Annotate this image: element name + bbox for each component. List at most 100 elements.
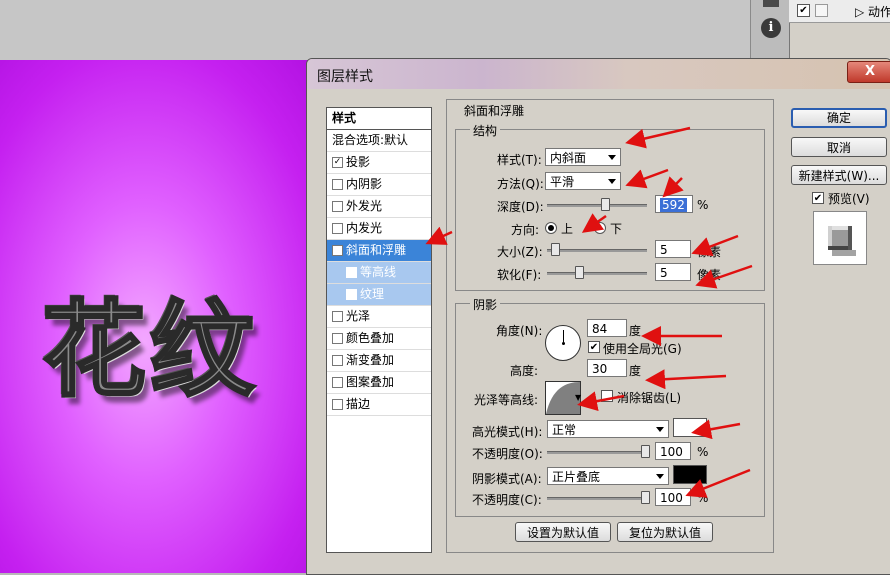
dialog-title: 图层样式 xyxy=(317,69,373,85)
angle-unit: 度 xyxy=(629,324,642,338)
angle-dial[interactable] xyxy=(545,325,581,361)
shadow-opacity-slider[interactable] xyxy=(547,497,647,500)
style-item-label: 图案叠加 xyxy=(346,375,395,389)
depth-slider-knob[interactable] xyxy=(601,198,610,211)
highlight-opacity-percent: % xyxy=(697,445,709,459)
style-item-checkbox[interactable] xyxy=(332,179,343,190)
ok-button[interactable]: 确定 xyxy=(791,108,887,128)
blend-options-item[interactable]: 混合选项:默认 xyxy=(327,130,431,152)
preview-checkbox[interactable]: ✔ xyxy=(812,192,824,204)
panel-icon-strip: i xyxy=(751,0,790,60)
altitude-unit: 度 xyxy=(629,364,642,378)
style-item-1[interactable]: ✓ 投影 xyxy=(327,152,431,174)
style-item-checkbox[interactable] xyxy=(332,223,343,234)
soften-slider[interactable] xyxy=(547,272,647,275)
style-item-label: 描边 xyxy=(346,397,371,411)
depth-slider[interactable] xyxy=(547,204,647,207)
style-item-checkbox[interactable] xyxy=(332,201,343,212)
action-toggle-checkbox[interactable]: ✔ xyxy=(797,4,810,17)
style-item-checkbox[interactable] xyxy=(332,355,343,366)
soften-slider-knob[interactable] xyxy=(575,266,584,279)
soften-label: 软化(F): xyxy=(497,268,542,282)
style-item-3[interactable]: 外发光 xyxy=(327,196,431,218)
highlight-opacity-input[interactable]: 100 xyxy=(655,442,691,460)
style-item-4[interactable]: 内发光 xyxy=(327,218,431,240)
style-item-8[interactable]: 光泽 xyxy=(327,306,431,328)
style-item-10[interactable]: 渐变叠加 xyxy=(327,350,431,372)
style-item-11[interactable]: 图案叠加 xyxy=(327,372,431,394)
style-item-checkbox[interactable] xyxy=(332,311,343,322)
shadow-mode-label: 阴影模式(A): xyxy=(472,472,542,486)
style-item-5[interactable]: ✓ 斜面和浮雕 xyxy=(327,240,431,262)
dialog-titlebar[interactable]: 图层样式 X xyxy=(307,59,890,89)
size-label: 大小(Z): xyxy=(497,245,543,259)
style-item-label: 渐变叠加 xyxy=(346,353,395,367)
highlight-opacity-slider[interactable] xyxy=(547,451,647,454)
altitude-label: 高度: xyxy=(510,364,539,378)
highlight-opacity-knob[interactable] xyxy=(641,445,650,458)
highlight-mode-select[interactable]: 正常 xyxy=(547,420,669,438)
shadow-opacity-input[interactable]: 100 xyxy=(655,488,691,506)
style-label: 样式(T): xyxy=(497,153,542,167)
style-item-checkbox[interactable] xyxy=(332,377,343,388)
actions-row[interactable]: ✔ ▷ 动作 xyxy=(789,0,890,23)
action-dialog-toggle[interactable] xyxy=(815,4,828,17)
preview-label: 预览(V) xyxy=(828,192,870,206)
gloss-contour-label: 光泽等高线: xyxy=(474,393,539,407)
style-item-checkbox[interactable]: ✓ xyxy=(332,157,343,168)
shadow-mode-select[interactable]: 正片叠底 xyxy=(547,467,669,485)
altitude-input[interactable]: 30 xyxy=(587,359,627,377)
style-item-6[interactable]: 等高线 xyxy=(327,262,431,284)
style-item-label: 等高线 xyxy=(360,265,397,279)
styles-header[interactable]: 样式 xyxy=(327,108,431,130)
contour-dropdown-icon[interactable]: ▼ xyxy=(575,393,581,402)
shadow-opacity-knob[interactable] xyxy=(641,491,650,504)
style-item-9[interactable]: 颜色叠加 xyxy=(327,328,431,350)
document-canvas[interactable]: 花纹 xyxy=(0,60,320,573)
make-default-button[interactable]: 设置为默认值 xyxy=(515,522,611,542)
new-style-button[interactable]: 新建样式(W)... xyxy=(791,165,887,185)
style-item-checkbox[interactable]: ✓ xyxy=(332,245,343,256)
size-unit: 像素 xyxy=(697,245,722,259)
anti-aliased-checkbox[interactable] xyxy=(601,390,613,402)
style-item-label: 纹理 xyxy=(360,287,385,301)
artwork-text: 花纹 xyxy=(40,288,259,413)
reset-default-button[interactable]: 复位为默认值 xyxy=(617,522,713,542)
technique-select[interactable]: 平滑 xyxy=(545,172,621,190)
highlight-color-swatch[interactable] xyxy=(673,418,707,437)
style-item-label: 投影 xyxy=(346,155,371,169)
depth-input[interactable]: 592 xyxy=(655,195,693,213)
highlight-opacity-label: 不透明度(O): xyxy=(472,447,543,461)
bevel-group-title: 斜面和浮雕 xyxy=(461,102,528,119)
workspace-top xyxy=(0,0,750,60)
global-light-checkbox[interactable]: ✔ xyxy=(588,341,600,353)
cancel-button[interactable]: 取消 xyxy=(791,137,887,157)
direction-up-radio[interactable] xyxy=(545,222,557,234)
soften-input[interactable]: 5 xyxy=(655,263,691,281)
style-item-label: 内发光 xyxy=(346,221,383,235)
angle-input[interactable]: 84 xyxy=(587,319,627,337)
info-icon[interactable]: i xyxy=(761,18,781,38)
panel-square-icon[interactable] xyxy=(763,0,779,7)
depth-label: 深度(D): xyxy=(497,200,544,214)
style-item-checkbox[interactable] xyxy=(332,333,343,344)
style-item-12[interactable]: 描边 xyxy=(327,394,431,416)
style-item-7[interactable]: 纹理 xyxy=(327,284,431,306)
direction-down-label: 下 xyxy=(610,222,623,236)
style-item-2[interactable]: 内阴影 xyxy=(327,174,431,196)
shading-title: 阴影 xyxy=(470,296,501,313)
soften-unit: 像素 xyxy=(697,268,722,282)
direction-down-radio[interactable] xyxy=(594,222,606,234)
style-item-label: 光泽 xyxy=(346,309,371,323)
shadow-color-swatch[interactable] xyxy=(673,465,707,484)
style-item-checkbox[interactable] xyxy=(346,267,357,278)
size-slider[interactable] xyxy=(547,249,647,252)
style-select[interactable]: 内斜面 xyxy=(545,148,621,166)
close-button[interactable]: X xyxy=(847,61,890,83)
size-input[interactable]: 5 xyxy=(655,240,691,258)
direction-label: 方向: xyxy=(511,223,540,237)
style-item-label: 内阴影 xyxy=(346,177,383,191)
size-slider-knob[interactable] xyxy=(551,243,560,256)
style-item-checkbox[interactable] xyxy=(346,289,357,300)
style-item-checkbox[interactable] xyxy=(332,399,343,410)
